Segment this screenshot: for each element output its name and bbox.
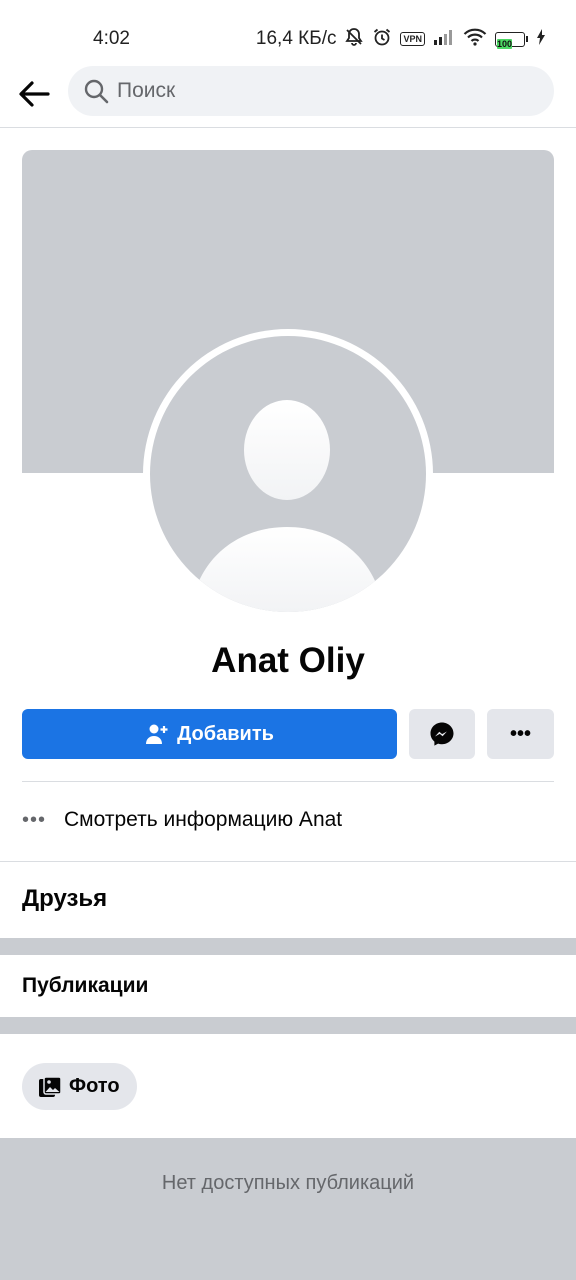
battery-level: 100 xyxy=(497,38,513,49)
mute-bell-icon xyxy=(344,27,364,52)
divider xyxy=(0,861,576,862)
friends-section-title: Друзья xyxy=(22,885,108,912)
status-icons: 16,4 КБ/с VPN 100 xyxy=(256,26,546,52)
section-separator xyxy=(0,938,576,955)
add-friend-icon xyxy=(146,724,168,744)
vpn-icon: VPN xyxy=(400,32,425,46)
search-input[interactable]: Поиск xyxy=(68,66,554,116)
alarm-icon xyxy=(372,27,392,52)
divider xyxy=(22,781,554,782)
default-avatar-silhouette-icon xyxy=(190,400,384,612)
see-info-row[interactable]: ••• Смотреть информацию Anat xyxy=(22,800,342,840)
add-friend-button[interactable]: Добавить xyxy=(22,709,397,759)
photos-filter-button[interactable]: Фото xyxy=(22,1063,137,1110)
arrow-left-icon xyxy=(19,81,50,107)
messenger-icon xyxy=(430,722,454,746)
more-horizontal-icon: ••• xyxy=(509,722,531,745)
network-speed: 16,4 КБ/с xyxy=(255,28,337,49)
section-separator xyxy=(0,1017,576,1034)
profile-name: Anat Oliy xyxy=(211,641,365,680)
signal-icon xyxy=(433,29,455,50)
status-bar: 4:02 16,4 КБ/с VPN 100 xyxy=(0,0,576,64)
wifi-icon xyxy=(463,28,487,51)
profile-actions: Добавить ••• xyxy=(22,709,554,759)
battery-icon: 100 xyxy=(495,31,528,49)
empty-posts-area: Нет доступных публикаций xyxy=(0,1138,576,1280)
posts-section-title: Публикации xyxy=(22,974,149,997)
back-button[interactable] xyxy=(14,74,54,114)
add-friend-label: Добавить xyxy=(177,722,274,745)
more-options-button[interactable]: ••• xyxy=(487,709,554,759)
status-time: 4:02 xyxy=(93,28,130,49)
search-icon xyxy=(84,79,109,104)
profile-picture[interactable] xyxy=(143,329,433,619)
top-app-bar: Поиск xyxy=(0,66,576,128)
empty-posts-message: Нет доступных публикаций xyxy=(161,1172,415,1194)
photos-icon xyxy=(39,1075,62,1097)
charging-icon xyxy=(536,28,546,50)
search-placeholder: Поиск xyxy=(117,79,176,102)
avatar xyxy=(150,336,426,612)
photos-filter-label: Фото xyxy=(69,1075,120,1097)
see-info-label: Смотреть информацию Anat xyxy=(64,808,343,831)
messenger-button[interactable] xyxy=(409,709,475,759)
more-dots-icon: ••• xyxy=(22,808,47,831)
